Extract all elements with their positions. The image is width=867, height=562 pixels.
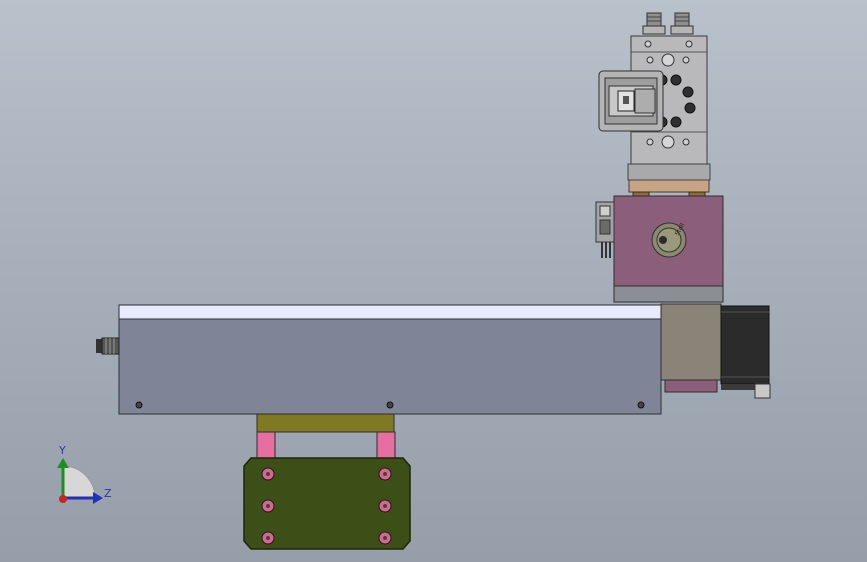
pneumatic-fitting-left bbox=[642, 12, 666, 35]
pneumatic-fitting-right bbox=[670, 12, 694, 35]
gripper-assembly bbox=[598, 12, 711, 203]
linear-module-body bbox=[118, 317, 662, 415]
clamp-bracket bbox=[598, 70, 664, 132]
flange-plate bbox=[628, 179, 710, 193]
z-axis-label: Z bbox=[104, 487, 112, 500]
cad-viewport[interactable]: Stoll Y Z bbox=[0, 0, 867, 562]
mounting-plate bbox=[243, 457, 411, 550]
cable-connector bbox=[96, 337, 120, 355]
olive-bracket bbox=[256, 413, 395, 433]
spacer-right bbox=[376, 431, 396, 459]
sensor-connector bbox=[595, 201, 615, 258]
linear-module bbox=[96, 304, 662, 415]
y-axis-label: Y bbox=[58, 444, 66, 457]
rotary-housing: Stoll bbox=[595, 195, 724, 303]
coordinate-triad: Y Z bbox=[57, 444, 112, 504]
linear-module-top-strip bbox=[118, 304, 662, 320]
spacer-left bbox=[256, 431, 276, 459]
stepper-motor bbox=[660, 303, 771, 399]
